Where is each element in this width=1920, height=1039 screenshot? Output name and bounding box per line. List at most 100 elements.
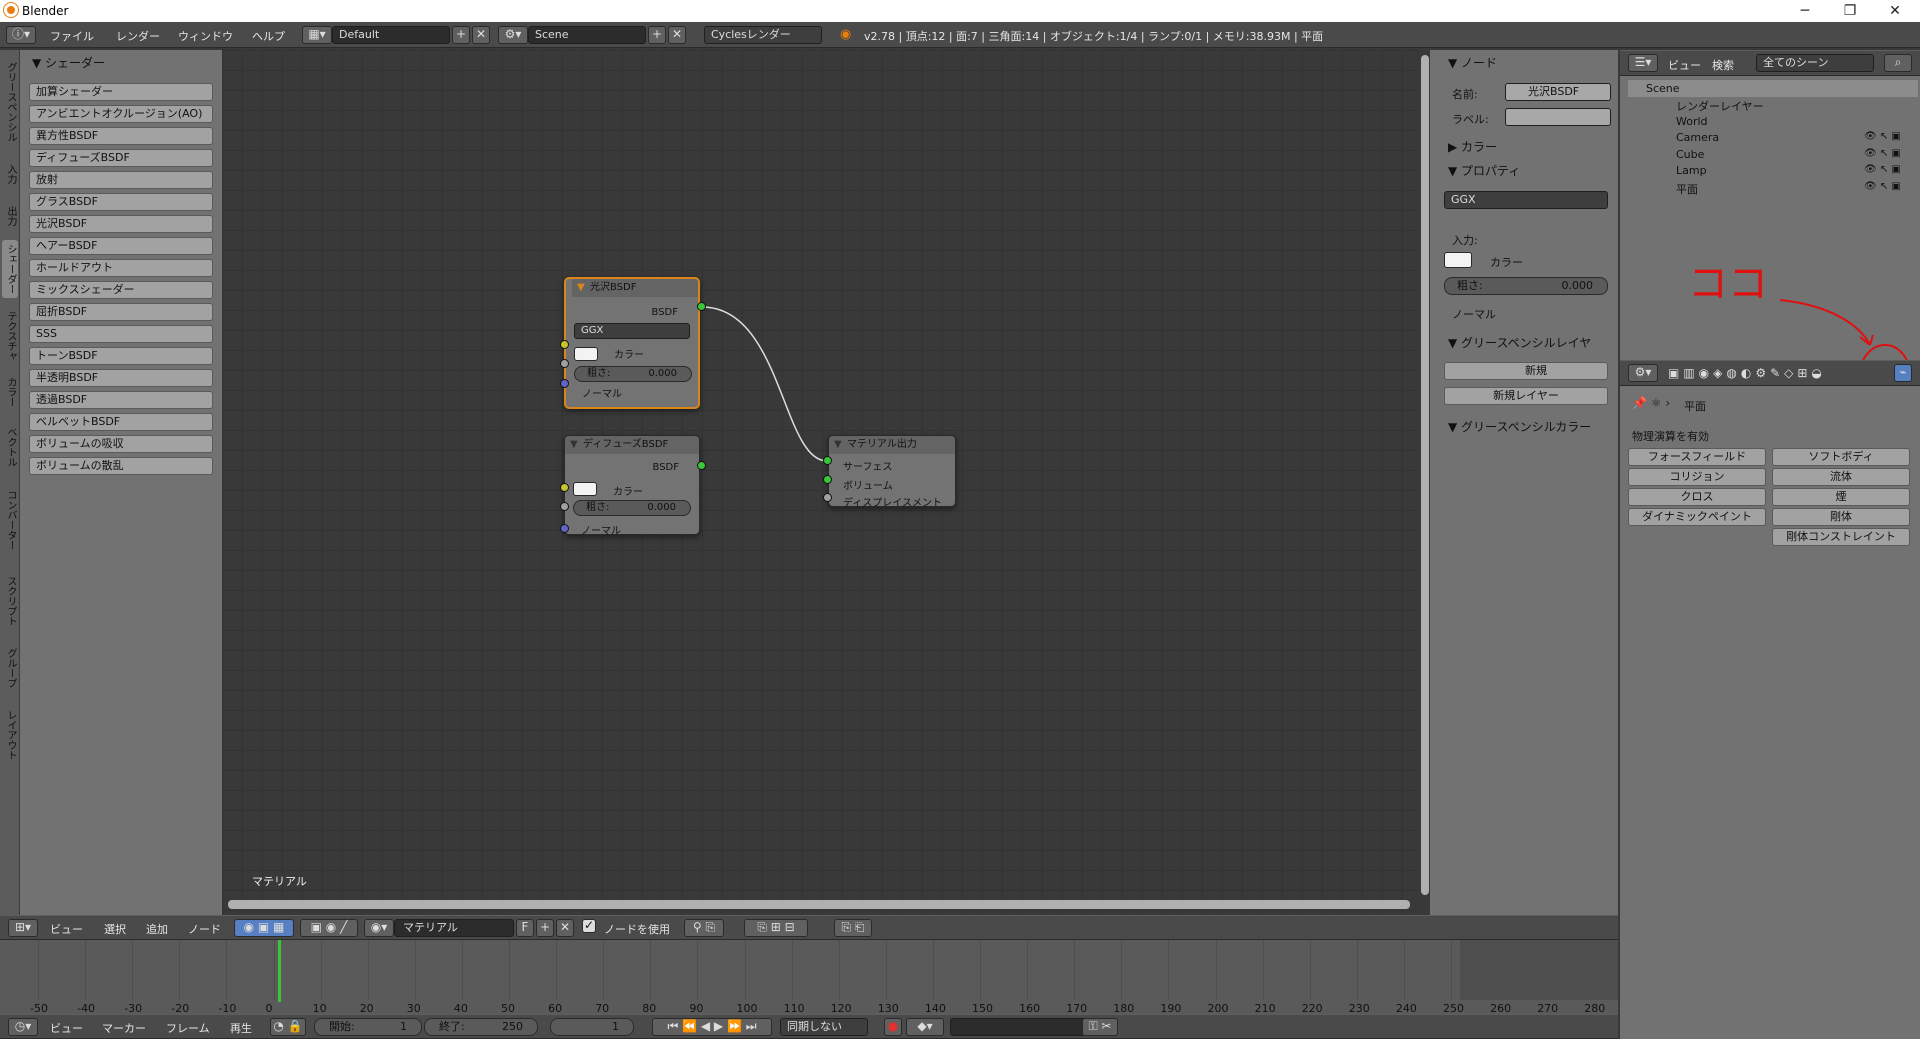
timeline-playback-menu[interactable]: 再生 (230, 1020, 252, 1036)
timeline-view-menu[interactable]: ビュー (50, 1020, 83, 1036)
shader-button[interactable]: SSS (29, 325, 213, 343)
current-frame-indicator[interactable] (278, 940, 281, 1002)
color-swatch[interactable] (573, 482, 597, 496)
shader-button[interactable]: グラスBSDF (29, 193, 213, 211)
normal-socket[interactable] (560, 524, 569, 533)
shader-button[interactable]: 半透明BSDF (29, 369, 213, 387)
force-field-button[interactable]: フォースフィールド (1628, 448, 1766, 466)
scene-icon[interactable]: ⚙▾ (498, 26, 528, 44)
roughness-field[interactable]: 粗さ: 0.000 (1444, 277, 1608, 295)
roughness-field[interactable]: 粗さ: 0.000 (573, 500, 691, 516)
node-select-menu[interactable]: 選択 (104, 921, 126, 937)
rigid-body-constraint-button[interactable]: 剛体コンストレイント (1772, 528, 1910, 546)
tab-converter[interactable]: コンバーター (2, 482, 18, 558)
tab-script[interactable]: スクリプト (2, 568, 18, 634)
outliner-scene[interactable]: Scene (1646, 82, 1680, 99)
shader-button[interactable]: ボリュームの散乱 (29, 457, 213, 475)
volume-socket[interactable] (823, 475, 832, 484)
minimize-button[interactable]: ─ (1790, 1, 1820, 21)
node-add-menu[interactable]: 追加 (146, 921, 168, 937)
shader-button[interactable]: ディフューズBSDF (29, 149, 213, 167)
distribution-select[interactable]: GGX (1444, 191, 1608, 209)
timeline-editor[interactable]: -50 -40 -30 -20 -10 0 10 20 30 40 50 60 70 80 90 100 110… (0, 940, 1618, 1020)
dynamic-paint-button[interactable]: ダイナミックペイント (1628, 508, 1766, 526)
remove-scene-icon[interactable]: ✕ (668, 26, 686, 44)
shader-button[interactable]: 屈折BSDF (29, 303, 213, 321)
shader-type-icons[interactable]: ◉ ▣ ▦ (234, 919, 294, 937)
node-label-field[interactable] (1505, 108, 1611, 126)
pin-icon[interactable]: ⚲ ⎘ (684, 919, 724, 937)
add-scene-icon[interactable]: + (648, 26, 666, 44)
outliner-lamp[interactable]: Lamp (1676, 164, 1707, 181)
remove-material-icon[interactable]: ✕ (556, 919, 574, 937)
menu-window[interactable]: ウィンドウ (178, 28, 233, 44)
output-socket[interactable] (697, 461, 706, 470)
node-name-field[interactable]: 光沢BSDF (1505, 83, 1611, 101)
start-frame-field[interactable]: 開始: 1 (314, 1018, 422, 1036)
tab-shader[interactable]: シェーダー (2, 240, 18, 298)
shader-button[interactable]: トーンBSDF (29, 347, 213, 365)
node-header[interactable]: ▼ 光沢BSDF (572, 279, 698, 297)
roughness-socket[interactable] (560, 502, 569, 511)
editor-type-icon[interactable]: ⓘ▾ (6, 26, 36, 44)
outliner-search-menu[interactable]: 検索 (1712, 57, 1734, 73)
physics-tab-icon[interactable]: ⌁ (1894, 364, 1912, 382)
material-output-node[interactable]: ▼ マテリアル出力 サーフェス ボリューム ディスプレイスメント (828, 435, 956, 509)
outliner-filter-select[interactable]: 全てのシーン (1756, 54, 1874, 72)
timeline-editor-icon[interactable]: ◷▾ (8, 1018, 38, 1036)
new-layer-button[interactable]: 新規レイヤー (1444, 387, 1608, 405)
menu-file[interactable]: ファイル (50, 28, 94, 44)
color-socket[interactable] (560, 340, 569, 349)
node-header[interactable]: ▼ ディフューズBSDF (565, 436, 699, 454)
collapse-icon[interactable]: ▼ (834, 436, 842, 454)
outliner-view-menu[interactable]: ビュー (1668, 57, 1701, 73)
keying-icons[interactable]: ⚿ ✂ (1082, 1018, 1118, 1036)
normal-socket[interactable] (560, 379, 569, 388)
properties-editor-icon[interactable]: ⚙▾ (1628, 364, 1658, 382)
copy-paste-icons[interactable]: ⎘ ⎗ (834, 919, 872, 937)
outliner-cube[interactable]: Cube (1676, 148, 1704, 165)
glossy-bsdf-node[interactable]: ▼ 光沢BSDF BSDF GGX カラー 粗さ: 0.000 ノーマル (564, 277, 700, 409)
snap-icons[interactable]: ⎘ ⊞ ⊟ (744, 919, 808, 937)
timeline-marker-menu[interactable]: マーカー (102, 1020, 146, 1036)
displacement-socket[interactable] (823, 493, 832, 502)
outliner-world[interactable]: World (1676, 115, 1708, 132)
color-socket[interactable] (560, 483, 569, 492)
node-node-menu[interactable]: ノード (188, 921, 221, 937)
eye-icon[interactable]: 👁 ↖ ▣ (1864, 164, 1901, 175)
layout-field[interactable]: Default (332, 26, 450, 44)
eye-icon[interactable]: 👁 ↖ ▣ (1864, 148, 1901, 159)
tab-input[interactable]: 入力 (2, 158, 18, 190)
eye-icon[interactable]: 👁 ↖ ▣ (1864, 181, 1901, 192)
node-header[interactable]: ▼ マテリアル出力 (829, 436, 955, 454)
outliner-plane[interactable]: 平面 (1676, 181, 1698, 198)
roughness-field[interactable]: 粗さ: 0.000 (574, 366, 692, 382)
tab-layout[interactable]: レイアウト (2, 702, 18, 768)
fluid-button[interactable]: 流体 (1772, 468, 1910, 486)
remove-layout-icon[interactable]: ✕ (472, 26, 490, 44)
end-frame-field[interactable]: 終了: 250 (424, 1018, 538, 1036)
add-material-icon[interactable]: + (536, 919, 554, 937)
diffuse-bsdf-node[interactable]: ▼ ディフューズBSDF BSDF カラー 粗さ: 0.000 ノーマル (564, 435, 700, 537)
scene-field[interactable]: Scene (528, 26, 646, 44)
shader-button[interactable]: 加算シェーダー (29, 83, 213, 101)
collision-button[interactable]: コリジョン (1628, 468, 1766, 486)
tab-output[interactable]: 出力 (2, 200, 18, 232)
color-swatch[interactable] (574, 347, 598, 361)
use-nodes-checkbox[interactable]: ✓ (582, 919, 596, 933)
preview-range-icons[interactable]: ◔ 🔒 (270, 1018, 306, 1036)
sync-select[interactable]: 同期しない (780, 1018, 868, 1036)
shader-button[interactable]: ベルベットBSDF (29, 413, 213, 431)
outliner-render-layer[interactable]: レンダーレイヤー (1676, 98, 1764, 115)
material-browse-icon[interactable]: ◉▾ (364, 919, 394, 937)
tab-texture[interactable]: テクスチャ (2, 308, 18, 364)
roughness-socket[interactable] (560, 359, 569, 368)
node-panel-header[interactable]: ▼ ノード (1448, 54, 1497, 71)
output-socket[interactable] (697, 302, 706, 311)
collapse-icon[interactable]: ▼ (570, 436, 578, 454)
pin-icon[interactable]: 📌 ⚛ › (1632, 396, 1670, 410)
playback-controls[interactable]: ⏮ ⏪ ◀ ▶ ⏩ ⏭ (652, 1018, 772, 1036)
smoke-button[interactable]: 煙 (1772, 488, 1910, 506)
outliner-editor-icon[interactable]: ☰▾ (1628, 54, 1658, 72)
shader-button[interactable]: ボリュームの吸収 (29, 435, 213, 453)
